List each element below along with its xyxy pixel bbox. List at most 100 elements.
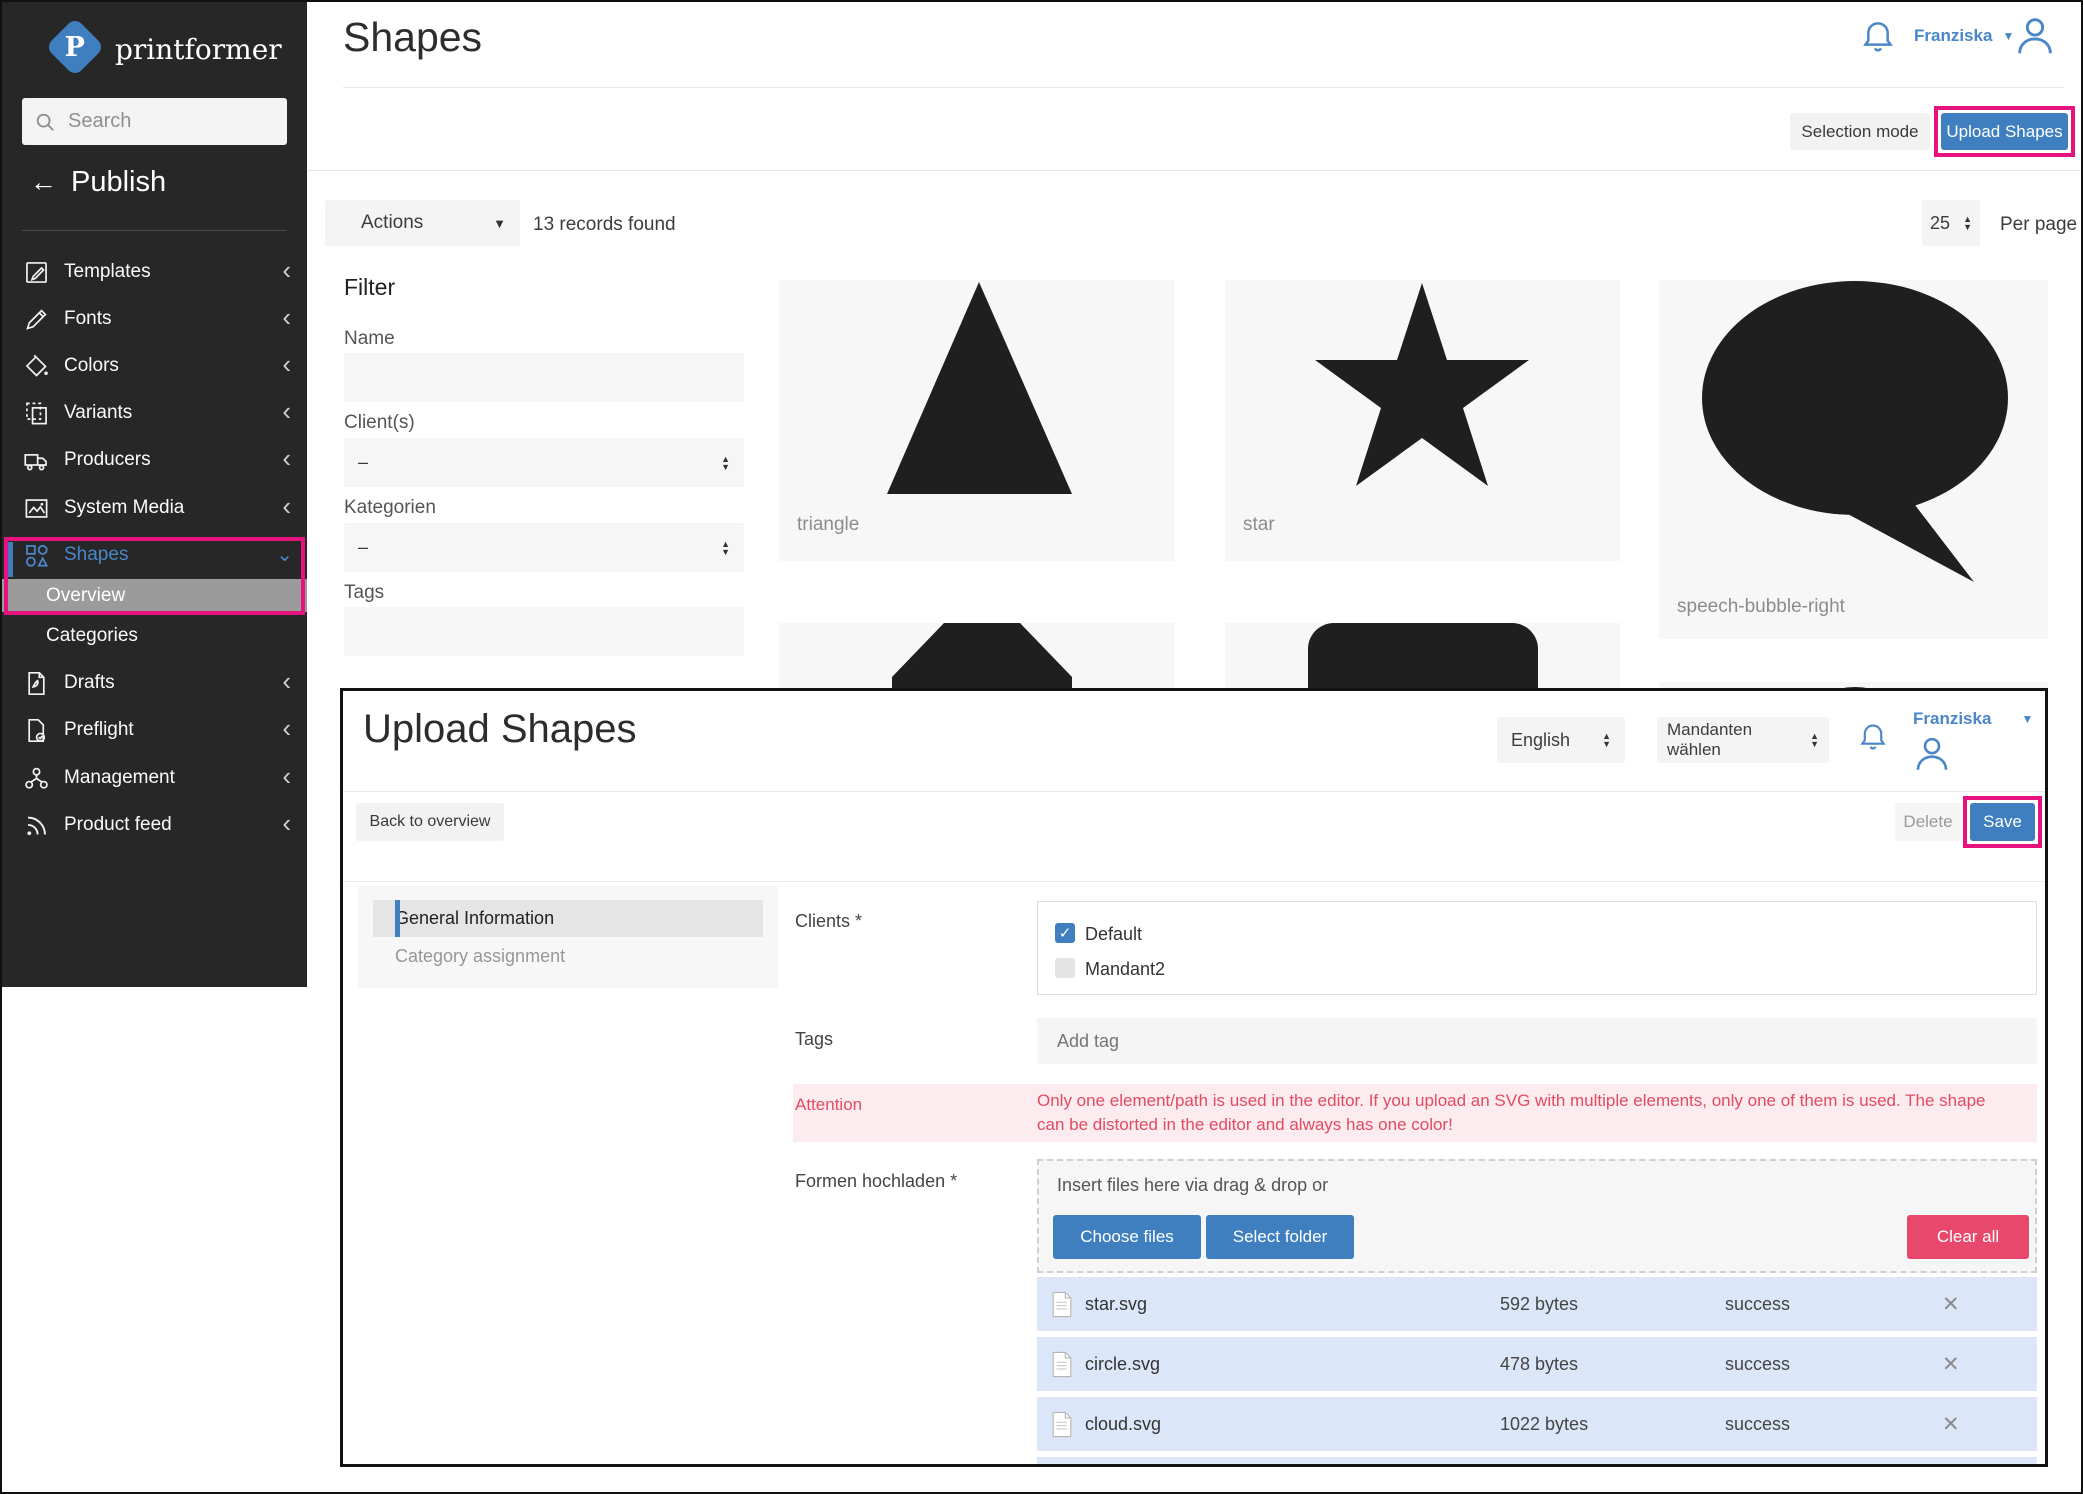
modal-user-menu[interactable]: Franziska ▼: [1913, 709, 2033, 729]
file-status: success: [1725, 1354, 1790, 1375]
active-item-indicator: [7, 542, 13, 577]
checkbox-default-checked[interactable]: ✓: [1055, 923, 1075, 943]
back-to-overview-button[interactable]: Back to overview: [356, 803, 504, 841]
user-avatar-icon[interactable]: [2012, 12, 2058, 65]
clear-all-label: Clear all: [1937, 1227, 1999, 1247]
modal-header-divider: [343, 791, 2045, 792]
selection-mode-button[interactable]: Selection mode: [1790, 113, 1930, 150]
add-tag-field[interactable]: [1055, 1030, 1459, 1053]
per-page-select[interactable]: 25 ▲▼: [1922, 200, 1980, 246]
header-divider: [343, 87, 2064, 88]
save-button[interactable]: Save: [1970, 803, 2035, 841]
modal-title: Upload Shapes: [363, 707, 637, 752]
filter-name-label: Name: [344, 328, 395, 350]
tab-label: General Information: [395, 908, 554, 929]
remove-file-icon[interactable]: ✕: [1942, 1352, 1960, 1377]
uploaded-file-row: cloud.svg 1022 bytes success ✕: [1037, 1397, 2037, 1451]
sidebar-item-label: Product feed: [64, 814, 172, 836]
sidebar-item-label: System Media: [64, 497, 184, 519]
client-option-mandant2: Mandant2: [1085, 959, 1165, 980]
filter-tags-label: Tags: [344, 582, 384, 604]
filter-name-input[interactable]: [344, 353, 744, 402]
actions-dropdown[interactable]: Actions ▼: [325, 200, 520, 246]
user-name-label: Franziska: [1914, 26, 1992, 46]
filter-tags-input[interactable]: [344, 607, 744, 656]
uploaded-file-row: cloud2.svg 843 bytes success ✕: [1037, 1457, 2037, 1467]
uploaded-file-row: star.svg 592 bytes success ✕: [1037, 1277, 2037, 1331]
remove-file-icon[interactable]: ✕: [1942, 1292, 1960, 1317]
sidebar-item-overview[interactable]: Overview: [2, 579, 307, 612]
shape-card-triangle[interactable]: triangle: [779, 280, 1174, 561]
sidebar-item-producers[interactable]: Producers ‹: [2, 437, 307, 483]
filter-clients-select[interactable]: – ▲▼: [344, 438, 744, 487]
sidebar-back-publish[interactable]: ← Publish: [30, 166, 166, 199]
search-icon: [34, 111, 56, 133]
spinner-arrows-icon: ▲▼: [1963, 215, 1972, 231]
sidebar-item-management[interactable]: Management ‹: [2, 755, 307, 801]
tags-input[interactable]: [1037, 1018, 2037, 1064]
sidebar-item-label: Variants: [64, 402, 132, 424]
actions-label: Actions: [361, 212, 423, 234]
sidebar-item-fonts[interactable]: Fonts ‹: [2, 296, 307, 342]
choose-files-button[interactable]: Choose files: [1053, 1215, 1201, 1259]
back-to-overview-label: Back to overview: [370, 813, 491, 831]
shape-card-label: star: [1243, 514, 1275, 536]
publish-label: Publish: [71, 166, 166, 199]
per-page-label: Per page: [2000, 214, 2077, 236]
tab-general-information[interactable]: General Information: [373, 900, 763, 937]
search-input[interactable]: [66, 109, 260, 134]
chevron-left-icon: ‹: [282, 763, 291, 789]
shape-card-speech-bubble[interactable]: speech-bubble-right: [1659, 280, 2048, 639]
sidebar-item-shapes[interactable]: Shapes ⌄: [2, 532, 307, 578]
tab-category-assignment[interactable]: Category assignment: [395, 946, 565, 967]
checkbox-mandant2-unchecked[interactable]: [1055, 958, 1075, 978]
caret-down-icon: ▼: [2021, 712, 2033, 726]
client-select[interactable]: Mandanten wählen ▲▼: [1657, 717, 1829, 763]
sidebar-item-label: Fonts: [64, 308, 112, 330]
product-feed-icon: [22, 811, 50, 839]
attention-text: Only one element/path is used in the edi…: [1037, 1089, 2012, 1137]
clear-all-button[interactable]: Clear all: [1907, 1215, 2029, 1259]
spinner-arrows-icon: ▲▼: [721, 455, 730, 471]
sidebar-item-system-media[interactable]: System Media ‹: [2, 485, 307, 531]
select-folder-button[interactable]: Select folder: [1206, 1215, 1354, 1259]
shape-card-star[interactable]: star: [1225, 280, 1620, 561]
fonts-icon: [22, 305, 50, 333]
sidebar-item-categories[interactable]: Categories: [2, 618, 307, 654]
language-select[interactable]: English ▲▼: [1497, 717, 1625, 763]
shape-card-label: triangle: [797, 514, 859, 536]
notifications-bell-icon[interactable]: [1858, 16, 1898, 65]
sidebar-search[interactable]: [22, 98, 287, 145]
file-icon: [1051, 1291, 1073, 1318]
file-name: cloud.svg: [1085, 1414, 1161, 1435]
upload-shapes-button[interactable]: Upload Shapes: [1941, 113, 2068, 150]
remove-file-icon[interactable]: ✕: [1942, 1412, 1960, 1437]
choose-files-label: Choose files: [1080, 1227, 1174, 1247]
sidebar-item-product-feed[interactable]: Product feed ‹: [2, 802, 307, 848]
modal-tabs-panel: General Information Category assignment: [358, 886, 778, 988]
sidebar-item-label: Colors: [64, 355, 119, 377]
toolbar-divider: [307, 170, 2083, 171]
sidebar-item-label: Shapes: [64, 544, 128, 566]
delete-button[interactable]: Delete: [1895, 803, 1961, 841]
tags-label: Tags: [795, 1029, 833, 1050]
sidebar-item-variants[interactable]: Variants ‹: [2, 390, 307, 436]
sidebar-item-templates[interactable]: Templates ‹: [2, 249, 307, 295]
notifications-bell-icon[interactable]: [1856, 719, 1890, 762]
sidebar-subitem-label: Categories: [46, 625, 138, 647]
language-value: English: [1511, 730, 1570, 751]
user-avatar-icon[interactable]: [1911, 733, 1953, 780]
client-option-default: Default: [1085, 924, 1142, 945]
save-label: Save: [1983, 812, 2022, 832]
filter-categories-select[interactable]: – ▲▼: [344, 523, 744, 572]
sidebar-item-preflight[interactable]: Preflight ‹: [2, 707, 307, 753]
sidebar-item-colors[interactable]: Colors ‹: [2, 343, 307, 389]
filter-clients-value: –: [358, 452, 368, 473]
clients-label: Clients *: [795, 911, 862, 932]
file-status: success: [1725, 1294, 1790, 1315]
file-dropzone[interactable]: Insert files here via drag & drop or Cho…: [1037, 1159, 2037, 1273]
triangle-shape-icon: [887, 282, 1072, 494]
caret-down-icon: ▼: [493, 216, 506, 231]
sidebar-item-drafts[interactable]: Drafts ‹: [2, 660, 307, 706]
user-menu[interactable]: Franziska ▼: [1914, 26, 2014, 46]
